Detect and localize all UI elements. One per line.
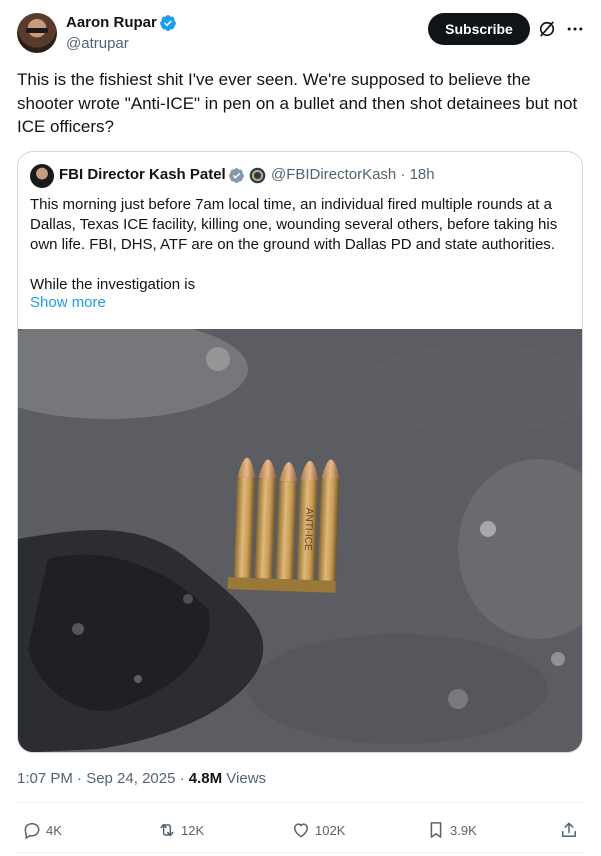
repost-icon: [160, 823, 174, 837]
bookmark-count: 3.9K: [450, 822, 477, 838]
reply-icon: [24, 823, 40, 840]
bookmark-button[interactable]: 3.9K: [426, 819, 477, 841]
like-button[interactable]: 102K: [291, 819, 345, 841]
grok-icon[interactable]: [537, 19, 557, 39]
divider: [17, 852, 583, 853]
divider: [17, 802, 583, 803]
quoted-tweet[interactable]: FBI Director Kash Patel @FBIDirectorKash…: [17, 151, 583, 753]
quote-image-bullets[interactable]: ANTI-ICE: [18, 329, 583, 753]
reply-count: 4K: [46, 822, 62, 838]
views-label: Views: [222, 770, 267, 787]
heart-icon: [293, 823, 309, 838]
author-handle[interactable]: @atrupar: [66, 35, 129, 52]
quote-author-handle-time[interactable]: @FBIDirectorKash · 18h: [271, 166, 435, 183]
bookmark-icon: [430, 822, 442, 838]
quote-author-avatar[interactable]: [30, 164, 54, 188]
author-avatar[interactable]: [17, 13, 57, 53]
views-count: 4.8M: [188, 770, 223, 787]
repost-button[interactable]: 12K: [157, 819, 204, 841]
quote-text-continued: While the investigation is: [30, 276, 196, 293]
reply-button[interactable]: 4K: [22, 819, 62, 841]
repost-count: 12K: [181, 822, 205, 838]
like-count: 102K: [315, 822, 346, 838]
bullet-inscription: ANTI-ICE: [302, 508, 314, 551]
quote-author-name[interactable]: FBI Director Kash Patel: [59, 166, 226, 183]
show-more-link[interactable]: Show more: [30, 294, 106, 311]
quote-text: This morning just before 7am local time,…: [30, 196, 558, 253]
more-options-icon[interactable]: [565, 19, 585, 39]
tweet-text: This is the fishiest shit I've ever seen…: [17, 70, 578, 136]
verified-badge-icon: [229, 168, 244, 183]
tweet-meta: 1:07 PM · Sep 24, 2025 · 4.8M Views: [17, 770, 266, 787]
tweet-header: Aaron Rupar @atrupar Subscribe: [0, 0, 601, 64]
share-button[interactable]: [559, 819, 583, 841]
author-name[interactable]: Aaron Rupar: [66, 14, 157, 31]
share-icon: [562, 822, 576, 837]
verified-badge-icon: [160, 15, 176, 31]
subscribe-button[interactable]: Subscribe: [428, 13, 530, 45]
timestamp[interactable]: 1:07 PM · Sep 24, 2025 ·: [17, 770, 189, 787]
government-seal-icon: [249, 167, 266, 184]
